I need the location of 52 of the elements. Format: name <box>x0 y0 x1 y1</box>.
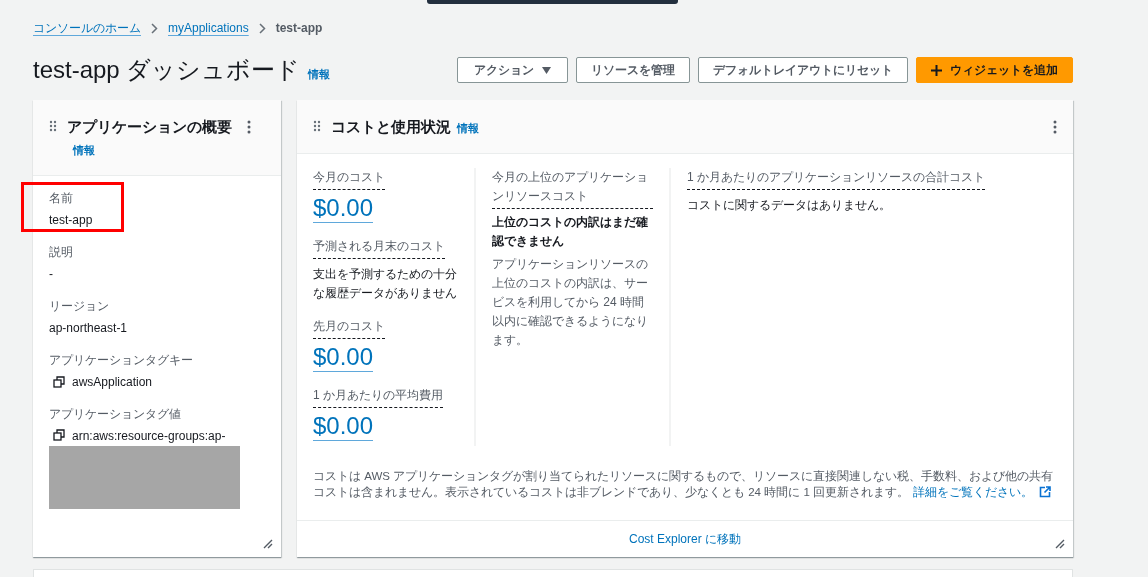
breadcrumb-current: test-app <box>275 21 323 35</box>
page-title: test-app ダッシュボード <box>33 55 301 85</box>
metric-note: 支出を予測するための十分な履歴データがありません <box>313 266 458 302</box>
cost-amount[interactable]: $0.00 <box>313 412 374 441</box>
resize-handle-icon[interactable] <box>263 539 273 549</box>
copy-icon[interactable] <box>53 429 65 441</box>
metric-label[interactable]: 1 か月あたりのアプリケーションリソースの合計コスト <box>687 168 985 190</box>
drag-handle-icon[interactable] <box>313 120 321 132</box>
field-value: arn:aws:resource-groups:ap- <box>72 429 226 443</box>
breadcrumb-link[interactable]: コンソールのホーム <box>33 19 141 37</box>
field-label: リージョン <box>49 298 110 315</box>
copy-icon[interactable] <box>53 376 65 388</box>
action-button[interactable]: デフォルトレイアウトにリセット <box>698 57 908 83</box>
details-link[interactable]: 詳細をご覧ください。 <box>912 486 1033 498</box>
metric-note: コストに関するデータはありません。 <box>687 197 891 214</box>
metric-label[interactable]: 今月の上位のアプリケーションリソースコスト <box>492 168 653 209</box>
info-link[interactable]: 情報 <box>73 144 95 156</box>
metric-label[interactable]: 予測される月末のコスト <box>313 237 445 259</box>
caret-down-icon <box>542 66 551 74</box>
breadcrumb-link[interactable]: myApplications <box>168 21 249 35</box>
message-text: アプリケーションリソースの上位のコストの内訳は、サービスを利用してから 24 時間以内に確認できるようになります。 <box>492 256 649 349</box>
add-widget-button[interactable]: ウィジェットを追加 <box>916 57 1073 83</box>
field-value: - <box>49 267 53 281</box>
more-options-icon[interactable] <box>1053 120 1057 134</box>
card-title: アプリケーションの概要 <box>67 118 232 135</box>
metric-label[interactable]: 先月のコスト <box>313 317 385 339</box>
cost-footnote: コストは AWS アプリケーションタグが割り当てられたリソースに関するもので、リソースに直接関連しない税、手数料、および他の共有コストは含まれません。表示されているコストは非ブレンドであり、少なくとも 24 時間に 1 回更新されます。 詳細をご覧ください。 <box>313 469 1055 501</box>
field-label: アプリケーションタグ値 <box>49 406 182 423</box>
info-link[interactable]: 情報 <box>457 122 479 134</box>
chevron-right-icon <box>258 22 266 34</box>
metric-label[interactable]: 今月のコスト <box>313 168 385 190</box>
cost-amount[interactable]: $0.00 <box>313 343 374 372</box>
action-button[interactable]: リソースを管理 <box>576 57 690 83</box>
field-value: test-app <box>49 213 93 227</box>
field-value: ap-northeast-1 <box>49 321 128 335</box>
resize-handle-icon[interactable] <box>1055 539 1065 549</box>
card-title: コストと使用状況 <box>331 118 451 135</box>
info-link[interactable]: 情報 <box>308 66 331 82</box>
metric-label[interactable]: 1 か月あたりの平均費用 <box>313 386 443 408</box>
field-label: 名前 <box>49 190 74 207</box>
plus-icon <box>931 64 942 76</box>
cost-explorer-link[interactable]: Cost Explorer に移動 <box>629 530 741 548</box>
field-label: 説明 <box>49 244 74 261</box>
field-label: アプリケーションタグキー <box>49 352 194 369</box>
field-value: awsApplication <box>72 375 153 389</box>
cost-amount[interactable]: $0.00 <box>313 194 374 223</box>
chevron-right-icon <box>151 22 158 34</box>
drag-handle-icon[interactable] <box>49 120 57 132</box>
more-options-icon[interactable] <box>247 120 251 134</box>
dropdown-button[interactable]: アクション <box>457 57 568 83</box>
message-heading: 上位のコストの内訳はまだ確認できません <box>492 214 649 250</box>
external-link-icon[interactable] <box>1038 486 1051 498</box>
